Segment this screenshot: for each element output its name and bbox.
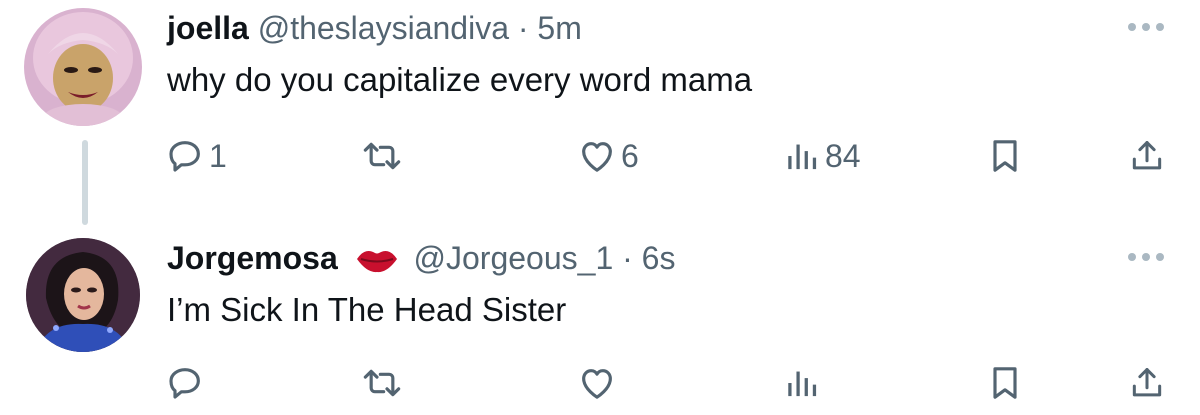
- like-count: 6: [621, 137, 639, 174]
- display-name[interactable]: joella: [167, 10, 249, 46]
- lips-emoji-icon: [356, 251, 397, 273]
- tweet-header: Jorgemosa @Jorgeous_1 · 6s: [167, 238, 675, 278]
- reply-icon: [169, 368, 200, 399]
- bookmark-button[interactable]: [988, 355, 1022, 411]
- like-button[interactable]: 6: [577, 128, 639, 184]
- share-button[interactable]: [1128, 128, 1166, 184]
- like-button[interactable]: [577, 355, 621, 411]
- action-bar: 1 6 84: [0, 128, 1200, 188]
- bookmark-icon: [993, 367, 1017, 399]
- reply-button[interactable]: 1: [165, 128, 227, 184]
- timestamp[interactable]: 5m: [537, 10, 581, 46]
- bookmark-button[interactable]: [988, 128, 1022, 184]
- user-handle[interactable]: @theslaysiandiva: [258, 10, 509, 46]
- more-options-button[interactable]: [1126, 250, 1166, 268]
- reply-button[interactable]: [165, 355, 209, 411]
- views-button[interactable]: [785, 355, 825, 411]
- views-button[interactable]: 84: [785, 128, 861, 184]
- avatar-joella[interactable]: [24, 8, 142, 126]
- more-icon: [1128, 23, 1164, 31]
- action-bar: [0, 355, 1200, 415]
- bookmark-icon: [993, 140, 1017, 172]
- more-icon: [1128, 253, 1164, 261]
- repost-button[interactable]: [360, 128, 408, 184]
- user-handle[interactable]: @Jorgeous_1: [414, 240, 614, 276]
- share-icon: [1132, 368, 1162, 397]
- heart-icon: [582, 369, 612, 399]
- tweet-jorgemosa[interactable]: Jorgemosa @Jorgeous_1 · 6s I’m Sick In T…: [0, 230, 1200, 405]
- separator-dot: ·: [622, 240, 633, 276]
- reply-icon: [169, 141, 200, 172]
- reply-count: 1: [209, 137, 227, 174]
- views-icon: [788, 371, 817, 397]
- tweet-text: I’m Sick In The Head Sister: [167, 291, 567, 328]
- share-icon: [1132, 141, 1162, 170]
- repost-icon: [363, 142, 401, 170]
- tweet-header: joella @theslaysiandiva · 5m: [167, 8, 582, 48]
- separator-dot: ·: [517, 10, 529, 46]
- display-name[interactable]: Jorgemosa: [167, 240, 338, 276]
- repost-button[interactable]: [360, 355, 408, 411]
- views-icon: [788, 144, 817, 170]
- avatar-jorgemosa[interactable]: [26, 238, 140, 352]
- heart-icon: [582, 142, 612, 172]
- view-count: 84: [825, 137, 861, 174]
- repost-icon: [363, 369, 401, 397]
- tweet-joella[interactable]: joella @theslaysiandiva · 5m why do you …: [0, 0, 1200, 230]
- more-options-button[interactable]: [1126, 20, 1166, 38]
- share-button[interactable]: [1128, 355, 1166, 411]
- tweet-text: why do you capitalize every word mama: [167, 61, 753, 98]
- timestamp[interactable]: 6s: [642, 240, 676, 276]
